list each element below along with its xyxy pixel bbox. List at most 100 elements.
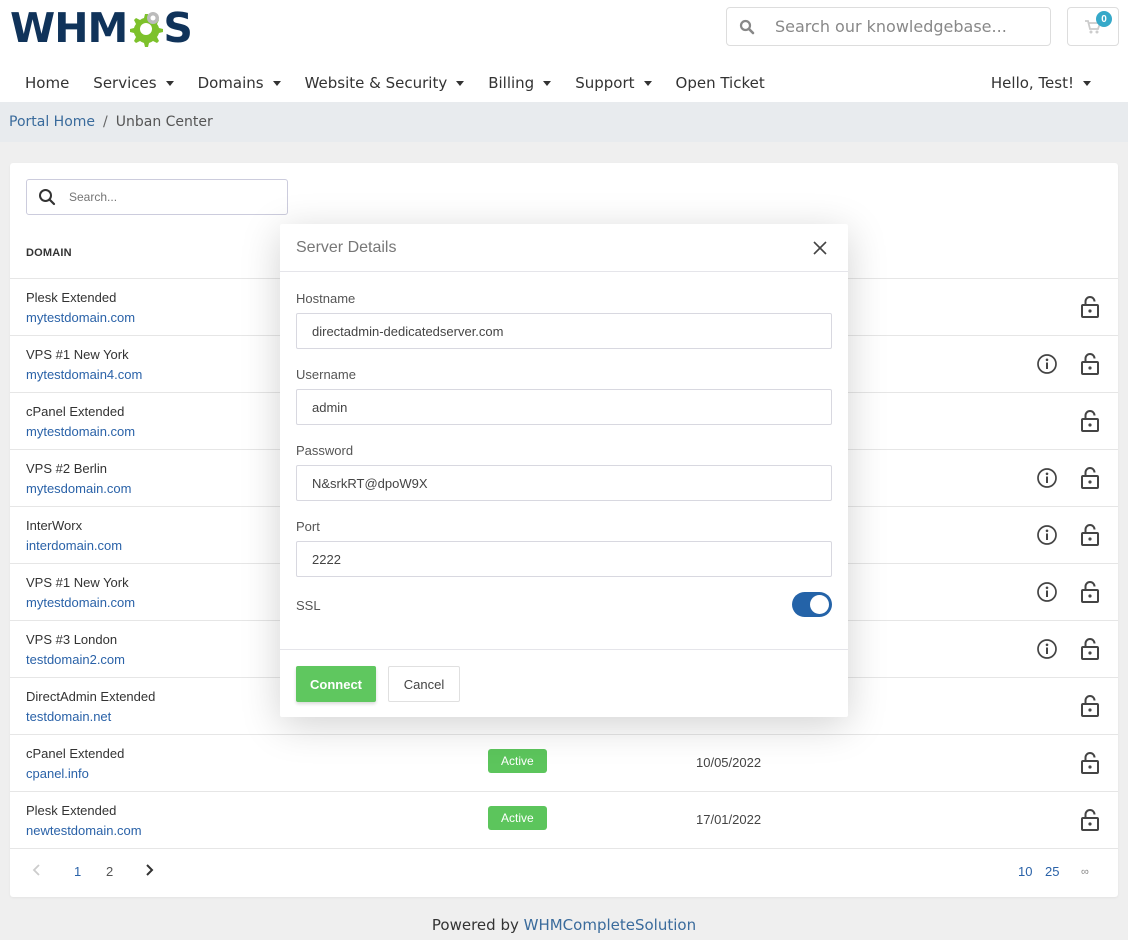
product-name: VPS #1 New York	[26, 575, 129, 590]
unlock-icon[interactable]	[1080, 580, 1100, 604]
user-menu[interactable]: Hello, Test!	[979, 74, 1103, 92]
next-page-button[interactable]	[144, 863, 154, 880]
gear-logo-icon	[130, 12, 164, 47]
unlock-icon[interactable]	[1080, 295, 1100, 319]
ssl-toggle[interactable]	[792, 592, 832, 617]
caret-down-icon	[165, 80, 174, 86]
product-name: InterWorx	[26, 518, 83, 533]
table-row: cPanel Extended cpanel.info Active 10/05/20…	[10, 735, 1118, 792]
info-icon[interactable]	[1036, 353, 1058, 375]
table-search[interactable]	[26, 179, 288, 215]
caret-down-icon	[543, 80, 552, 86]
footer: Powered by WHMCompleteSolution	[0, 916, 1128, 934]
logo-text-whm: WHM	[10, 4, 128, 52]
info-icon[interactable]	[1036, 524, 1058, 546]
knowledgebase-search[interactable]	[726, 7, 1051, 46]
date-cell: 10/05/2022	[696, 755, 762, 770]
username-input[interactable]	[296, 389, 832, 425]
nav-billing[interactable]: Billing	[476, 74, 563, 92]
search-icon	[29, 188, 65, 206]
status-badge: Active	[488, 806, 547, 830]
unlock-icon[interactable]	[1080, 409, 1100, 433]
prev-page-button[interactable]	[32, 863, 42, 880]
page-size-10[interactable]: 10	[1018, 864, 1032, 879]
domain-link[interactable]: mytestdomain.com	[26, 310, 135, 325]
nav-services[interactable]: Services	[81, 74, 185, 92]
cart-button[interactable]: 0	[1067, 7, 1119, 46]
modal-footer-divider	[280, 649, 848, 650]
product-name: VPS #1 New York	[26, 347, 129, 362]
info-icon[interactable]	[1036, 581, 1058, 603]
caret-down-icon	[643, 80, 652, 86]
cancel-button[interactable]: Cancel	[388, 666, 460, 702]
page-size-all[interactable]: ∞	[1081, 866, 1089, 878]
password-input[interactable]	[296, 465, 832, 501]
password-label: Password	[296, 443, 354, 458]
hostname-input[interactable]	[296, 313, 832, 349]
domain-link[interactable]: testdomain.net	[26, 709, 111, 724]
unlock-icon[interactable]	[1080, 466, 1100, 490]
table-search-input[interactable]	[69, 190, 269, 204]
product-name: Plesk Extended	[26, 290, 117, 305]
top-header: WHM S 0 Home Services Domains Website & …	[0, 0, 1128, 102]
domain-link[interactable]: interdomain.com	[26, 538, 122, 553]
port-input[interactable]	[296, 541, 832, 577]
toggle-knob	[810, 595, 829, 614]
main-nav: Home Services Domains Website & Security…	[0, 64, 1128, 102]
nav-website-security[interactable]: Website & Security	[293, 74, 477, 92]
connect-button[interactable]: Connect	[296, 666, 376, 702]
info-icon[interactable]	[1036, 638, 1058, 660]
pagination: 1 2 10 25 ∞	[10, 849, 1118, 897]
table-row: Plesk Extended newtestdomain.com Active 17/…	[10, 792, 1118, 849]
port-label: Port	[296, 519, 320, 534]
unlock-icon[interactable]	[1080, 694, 1100, 718]
footer-prefix: Powered by	[431, 916, 524, 934]
nav-home[interactable]: Home	[0, 74, 81, 92]
nav-support[interactable]: Support	[563, 74, 663, 92]
caret-down-icon	[456, 80, 465, 86]
domain-link[interactable]: mytestdomain.com	[26, 595, 135, 610]
product-name: Plesk Extended	[26, 803, 117, 818]
whmcs-logo[interactable]: WHM S	[10, 4, 193, 52]
unlock-icon[interactable]	[1080, 352, 1100, 376]
breadcrumb: Portal Home / Unban Center	[0, 102, 1128, 142]
unlock-icon[interactable]	[1080, 523, 1100, 547]
unlock-icon[interactable]	[1080, 637, 1100, 661]
domain-link[interactable]: testdomain2.com	[26, 652, 125, 667]
domain-link[interactable]: mytestdomain4.com	[26, 367, 142, 382]
hostname-label: Hostname	[296, 291, 356, 306]
info-icon[interactable]	[1036, 467, 1058, 489]
domain-link[interactable]: cpanel.info	[26, 766, 89, 781]
caret-down-icon	[272, 80, 281, 86]
server-details-modal: Server Details Hostname Username Passwor…	[280, 224, 848, 717]
breadcrumb-portal-home[interactable]: Portal Home	[9, 114, 95, 130]
chevron-left-icon	[32, 864, 40, 876]
logo-text-s: S	[163, 4, 193, 52]
knowledgebase-search-input[interactable]	[775, 17, 1045, 36]
page-2-button[interactable]: 2	[106, 864, 113, 879]
cart-count-badge: 0	[1096, 11, 1112, 27]
unlock-icon[interactable]	[1080, 808, 1100, 832]
username-label: Username	[296, 367, 356, 382]
close-icon[interactable]	[812, 240, 828, 256]
date-cell: 17/01/2022	[696, 812, 762, 827]
search-icon	[727, 19, 767, 35]
nav-open-ticket[interactable]: Open Ticket	[664, 74, 777, 92]
unlock-icon[interactable]	[1080, 751, 1100, 775]
column-header-domain[interactable]: DOMAIN	[26, 247, 72, 259]
modal-title: Server Details	[296, 239, 397, 256]
product-name: VPS #2 Berlin	[26, 461, 107, 476]
domain-link[interactable]: mytesdomain.com	[26, 481, 131, 496]
product-name: cPanel Extended	[26, 746, 125, 761]
footer-link[interactable]: WHMCompleteSolution	[524, 916, 696, 934]
domain-link[interactable]: newtestdomain.com	[26, 823, 142, 838]
chevron-right-icon	[146, 864, 154, 876]
page-size-25[interactable]: 25	[1045, 864, 1059, 879]
domain-link[interactable]: mytestdomain.com	[26, 424, 135, 439]
page-1-button[interactable]: 1	[74, 864, 81, 879]
nav-domains[interactable]: Domains	[186, 74, 293, 92]
product-name: VPS #3 London	[26, 632, 118, 647]
product-name: DirectAdmin Extended	[26, 689, 156, 704]
breadcrumb-current: Unban Center	[115, 114, 213, 130]
product-name: cPanel Extended	[26, 404, 125, 419]
